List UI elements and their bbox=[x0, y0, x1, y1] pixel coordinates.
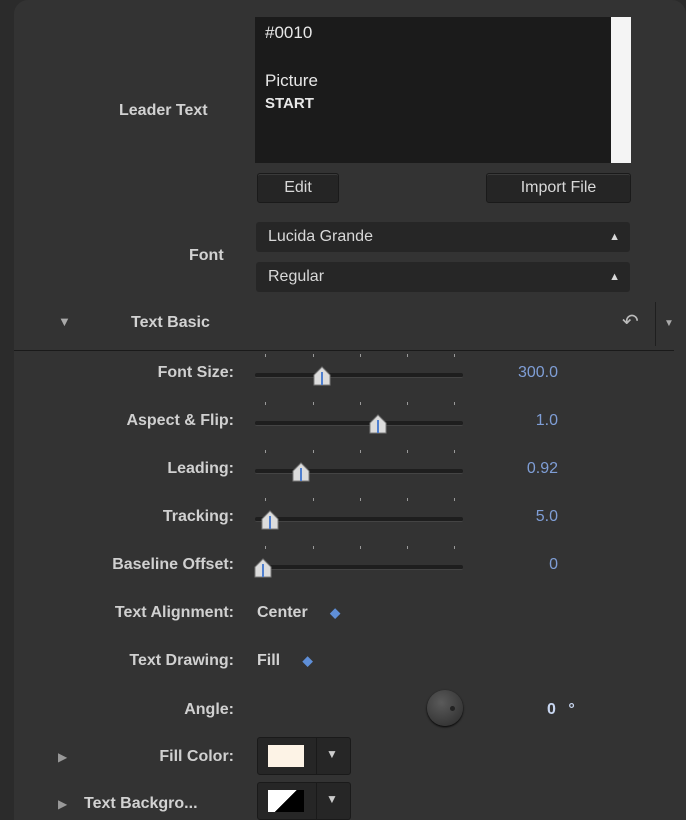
slider-tick bbox=[454, 546, 455, 549]
angle-label: Angle: bbox=[184, 701, 234, 718]
text-drawing-label: Text Drawing: bbox=[129, 652, 234, 669]
section-header bbox=[14, 300, 674, 351]
font-family-value: Lucida Grande bbox=[268, 228, 373, 245]
param-label: Aspect & Flip: bbox=[126, 412, 234, 429]
param-label: Leading: bbox=[167, 460, 234, 477]
section-title: Text Basic bbox=[131, 314, 210, 331]
menu-chevron-down-icon[interactable]: ▼ bbox=[664, 318, 674, 329]
slider-tick bbox=[454, 354, 455, 357]
param-value[interactable]: 0.92 bbox=[478, 460, 558, 478]
font-style-value: Regular bbox=[268, 268, 325, 285]
text-background-label: Text Backgro... bbox=[84, 795, 198, 812]
param-label: Tracking: bbox=[162, 508, 234, 525]
disclosure-triangle-icon[interactable]: ▼ bbox=[58, 314, 71, 329]
text-background-well[interactable]: ▼ bbox=[257, 782, 351, 820]
slider-tick bbox=[265, 402, 266, 405]
slider-tick bbox=[265, 498, 266, 501]
param-slider[interactable] bbox=[255, 469, 463, 474]
gradient-swatch bbox=[268, 790, 304, 812]
chevron-down-icon: ▼ bbox=[326, 747, 338, 761]
slider-tick bbox=[360, 402, 361, 405]
angle-number: 0 bbox=[547, 701, 556, 718]
up-down-arrows-icon: ▲ bbox=[609, 231, 620, 243]
slider-tick bbox=[265, 546, 266, 549]
chevron-down-icon: ▼ bbox=[326, 792, 338, 806]
degree-unit: ° bbox=[568, 701, 575, 718]
font-family-popup[interactable]: Lucida Grande ▲ bbox=[256, 222, 630, 252]
font-style-popup[interactable]: Regular ▲ bbox=[256, 262, 630, 292]
slider-tick bbox=[407, 450, 408, 453]
slider-thumb[interactable] bbox=[311, 364, 333, 386]
text-scrollbar[interactable] bbox=[611, 17, 631, 163]
param-value[interactable]: 300.0 bbox=[478, 364, 558, 382]
divider bbox=[655, 302, 656, 346]
slider-tick bbox=[407, 354, 408, 357]
font-label: Font bbox=[189, 247, 224, 264]
leader-text-line: START bbox=[265, 95, 314, 112]
slider-tick bbox=[360, 546, 361, 549]
param-slider[interactable] bbox=[255, 421, 463, 426]
slider-tick bbox=[265, 450, 266, 453]
text-drawing-popup[interactable]: Fill ◆ bbox=[257, 652, 313, 670]
leader-text-line: #0010 bbox=[265, 23, 313, 42]
param-value[interactable]: 1.0 bbox=[478, 412, 558, 430]
slider-tick bbox=[360, 450, 361, 453]
divider bbox=[316, 738, 317, 774]
slider-tick bbox=[407, 402, 408, 405]
text-alignment-value: Center bbox=[257, 604, 308, 621]
slider-tick bbox=[407, 498, 408, 501]
slider-tick bbox=[313, 402, 314, 405]
up-down-arrows-icon: ◆ bbox=[330, 605, 341, 620]
param-slider[interactable] bbox=[255, 565, 463, 570]
param-slider[interactable] bbox=[255, 517, 463, 522]
slider-tick bbox=[360, 498, 361, 501]
leader-text-field[interactable]: #0010 Picture START bbox=[255, 17, 611, 163]
text-alignment-popup[interactable]: Center ◆ bbox=[257, 604, 340, 622]
slider-tick bbox=[454, 498, 455, 501]
divider bbox=[316, 783, 317, 819]
slider-tick bbox=[313, 450, 314, 453]
slider-tick bbox=[265, 354, 266, 357]
angle-value[interactable]: 0 ° bbox=[547, 701, 575, 719]
up-down-arrows-icon: ▲ bbox=[609, 271, 620, 283]
dial-indicator bbox=[450, 706, 455, 711]
slider-tick bbox=[454, 402, 455, 405]
param-value[interactable]: 5.0 bbox=[478, 508, 558, 526]
slider-tick bbox=[313, 354, 314, 357]
fill-color-label: Fill Color: bbox=[159, 748, 234, 765]
slider-thumb[interactable] bbox=[259, 508, 281, 530]
slider-thumb[interactable] bbox=[367, 412, 389, 434]
param-label: Baseline Offset: bbox=[112, 556, 234, 573]
reset-icon[interactable]: ↶ bbox=[622, 309, 639, 334]
param-value[interactable]: 0 bbox=[478, 556, 558, 574]
slider-tick bbox=[407, 546, 408, 549]
param-slider[interactable] bbox=[255, 373, 463, 378]
text-drawing-value: Fill bbox=[257, 652, 281, 669]
leader-text-label: Leader Text bbox=[119, 102, 208, 119]
angle-dial[interactable] bbox=[427, 690, 463, 726]
text-alignment-label: Text Alignment: bbox=[114, 604, 234, 621]
slider-tick bbox=[454, 450, 455, 453]
slider-tick bbox=[313, 546, 314, 549]
leader-text-line: Picture bbox=[265, 71, 318, 90]
slider-tick bbox=[360, 354, 361, 357]
param-label: Font Size: bbox=[157, 364, 234, 381]
slider-tick bbox=[313, 498, 314, 501]
fill-color-well[interactable]: ▼ bbox=[257, 737, 351, 775]
fill-color-swatch bbox=[268, 745, 304, 767]
import-file-button[interactable]: Import File bbox=[486, 173, 631, 203]
slider-thumb[interactable] bbox=[290, 460, 312, 482]
slider-thumb[interactable] bbox=[252, 556, 274, 578]
disclosure-triangle-icon[interactable]: ▶ bbox=[58, 797, 67, 811]
up-down-arrows-icon: ◆ bbox=[302, 653, 313, 668]
edit-button[interactable]: Edit bbox=[257, 173, 339, 203]
